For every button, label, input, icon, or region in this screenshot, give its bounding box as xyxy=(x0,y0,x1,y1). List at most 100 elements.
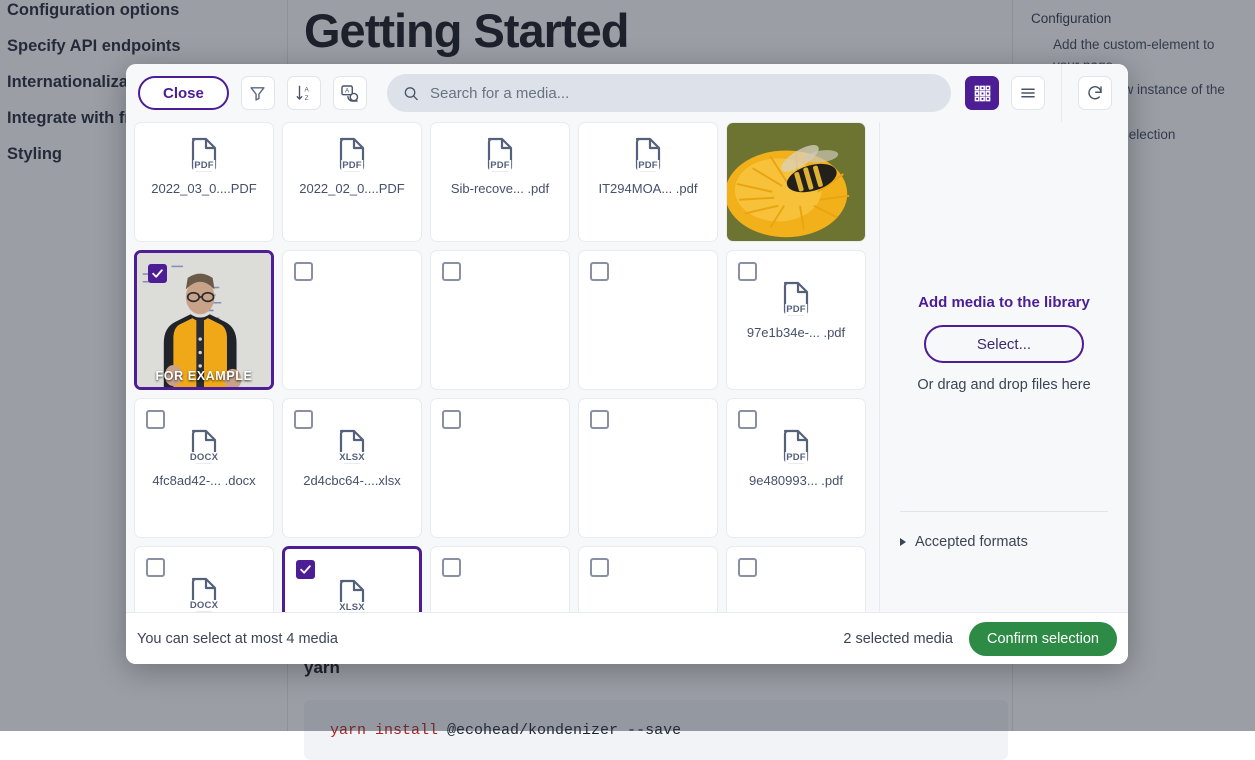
select-files-button[interactable]: Select... xyxy=(924,325,1084,363)
file-extension-label: PDF xyxy=(637,160,659,171)
check-icon xyxy=(299,563,312,576)
file-icon: XLSX xyxy=(335,429,369,465)
media-filename: 2d4cbc64-....xlsx xyxy=(303,473,401,488)
media-card[interactable] xyxy=(430,546,570,612)
media-card[interactable]: XLSX 2d4cbc64-....xlsx xyxy=(282,398,422,538)
media-thumbnail-image xyxy=(727,123,865,241)
media-card[interactable]: PDF 2022_03_0....PDF xyxy=(134,122,274,242)
media-filename: Sib-recove... .pdf xyxy=(451,181,549,196)
media-checkbox[interactable] xyxy=(738,410,757,429)
media-filename: 4fc8ad42-... .docx xyxy=(152,473,255,488)
selection-limit-note: You can select at most 4 media xyxy=(137,631,338,647)
add-media-title: Add media to the library xyxy=(918,294,1090,311)
media-checkbox[interactable] xyxy=(738,558,757,577)
sort-az-icon-button[interactable]: A Z xyxy=(287,76,321,110)
media-checkbox[interactable] xyxy=(146,410,165,429)
translate-icon: A xyxy=(340,84,359,103)
media-filename: 2022_02_0....PDF xyxy=(299,181,405,196)
media-card[interactable]: PDF IT294MOA... .pdf xyxy=(578,122,718,242)
check-icon xyxy=(151,267,164,280)
media-checkbox[interactable] xyxy=(296,560,315,579)
file-extension-label: PDF xyxy=(341,160,363,171)
media-card[interactable]: PDF 9e480993... .pdf xyxy=(726,398,866,538)
media-card[interactable] xyxy=(578,398,718,538)
file-extension-label: DOCX xyxy=(189,600,219,611)
media-card[interactable] xyxy=(726,122,866,242)
media-card[interactable]: FOR EXAMPLE xyxy=(134,250,274,390)
file-extension-label: PDF xyxy=(785,304,807,315)
media-checkbox[interactable] xyxy=(294,410,313,429)
refresh-button[interactable] xyxy=(1078,76,1112,110)
list-view-icon xyxy=(1019,84,1037,102)
file-card-body: XLSX xyxy=(285,549,419,612)
grid-view-icon xyxy=(974,85,991,102)
file-card-body: PDF 2022_02_0....PDF xyxy=(283,123,421,241)
media-card[interactable] xyxy=(578,546,718,612)
media-grid: PDF2022_03_0....PDFPDF2022_02_0....PDFPD… xyxy=(134,122,879,612)
svg-text:A: A xyxy=(345,87,350,94)
media-checkbox[interactable] xyxy=(442,410,461,429)
media-filename: 9e480993... .pdf xyxy=(749,473,843,488)
file-icon: PDF xyxy=(187,137,221,173)
file-icon: DOCX xyxy=(187,577,221,612)
upload-side-panel: Add media to the library Select... Or dr… xyxy=(880,122,1128,612)
media-checkbox[interactable] xyxy=(442,262,461,281)
sort-az-icon: A Z xyxy=(295,84,313,102)
modal-body: PDF2022_03_0....PDFPDF2022_02_0....PDFPD… xyxy=(126,122,1128,612)
media-card[interactable]: PDF 2022_02_0....PDF xyxy=(282,122,422,242)
media-card[interactable]: DOCX 4fc8ad42-... .docx xyxy=(134,398,274,538)
file-icon: XLSX xyxy=(335,579,369,612)
search-field[interactable] xyxy=(387,74,951,112)
filter-icon-button[interactable] xyxy=(241,76,275,110)
file-extension-label: PDF xyxy=(785,452,807,463)
media-card[interactable]: PDF Sib-recove... .pdf xyxy=(430,122,570,242)
search-icon xyxy=(403,85,419,102)
side-panel-divider xyxy=(900,511,1108,512)
media-filename: IT294MOA... .pdf xyxy=(599,181,698,196)
file-card-body: PDF 2022_03_0....PDF xyxy=(135,123,273,241)
chevron-right-icon xyxy=(900,538,906,546)
modal-toolbar: Close A Z A xyxy=(126,64,1128,122)
media-checkbox[interactable] xyxy=(146,558,165,577)
file-card-body: DOCX xyxy=(135,547,273,612)
media-card[interactable] xyxy=(282,250,422,390)
media-card[interactable]: PDF97e1b34e-... .pdf xyxy=(726,250,866,390)
view-toggle-group xyxy=(965,76,1045,110)
file-card-body: PDF IT294MOA... .pdf xyxy=(579,123,717,241)
file-icon: PDF xyxy=(779,281,813,317)
media-card[interactable] xyxy=(726,546,866,612)
media-checkbox[interactable] xyxy=(294,262,313,281)
media-card[interactable]: DOCX xyxy=(134,546,274,612)
file-extension-label: XLSX xyxy=(338,452,366,463)
media-card[interactable] xyxy=(430,398,570,538)
media-checkbox[interactable] xyxy=(590,262,609,281)
grid-view-button[interactable] xyxy=(965,76,999,110)
media-checkbox[interactable] xyxy=(590,558,609,577)
toolbar-divider xyxy=(1061,64,1062,122)
svg-text:Z: Z xyxy=(305,95,309,102)
list-view-button[interactable] xyxy=(1011,76,1045,110)
media-card[interactable]: XLSX xyxy=(282,546,422,612)
confirm-selection-button[interactable]: Confirm selection xyxy=(969,622,1117,656)
media-checkbox[interactable] xyxy=(442,558,461,577)
svg-text:A: A xyxy=(304,87,309,94)
media-grid-pane[interactable]: PDF2022_03_0....PDFPDF2022_02_0....PDFPD… xyxy=(126,122,880,612)
accepted-formats-disclosure[interactable]: Accepted formats xyxy=(900,534,1108,550)
media-card[interactable] xyxy=(578,250,718,390)
media-card[interactable] xyxy=(430,250,570,390)
translate-icon-button[interactable]: A xyxy=(333,76,367,110)
file-extension-label: DOCX xyxy=(189,452,219,463)
media-filename: 2022_03_0....PDF xyxy=(151,181,257,196)
refresh-icon xyxy=(1086,84,1104,102)
close-button[interactable]: Close xyxy=(138,76,229,110)
media-caption: FOR EXAMPLE xyxy=(137,369,271,383)
media-checkbox[interactable] xyxy=(738,262,757,281)
media-checkbox[interactable] xyxy=(148,264,167,283)
search-input[interactable] xyxy=(430,85,935,102)
file-icon: PDF xyxy=(483,137,517,173)
file-extension-label: PDF xyxy=(193,160,215,171)
media-checkbox[interactable] xyxy=(590,410,609,429)
media-library-modal: Close A Z A xyxy=(126,64,1128,664)
file-extension-label: XLSX xyxy=(338,602,366,612)
footer-actions: 2 selected media Confirm selection xyxy=(843,622,1117,656)
